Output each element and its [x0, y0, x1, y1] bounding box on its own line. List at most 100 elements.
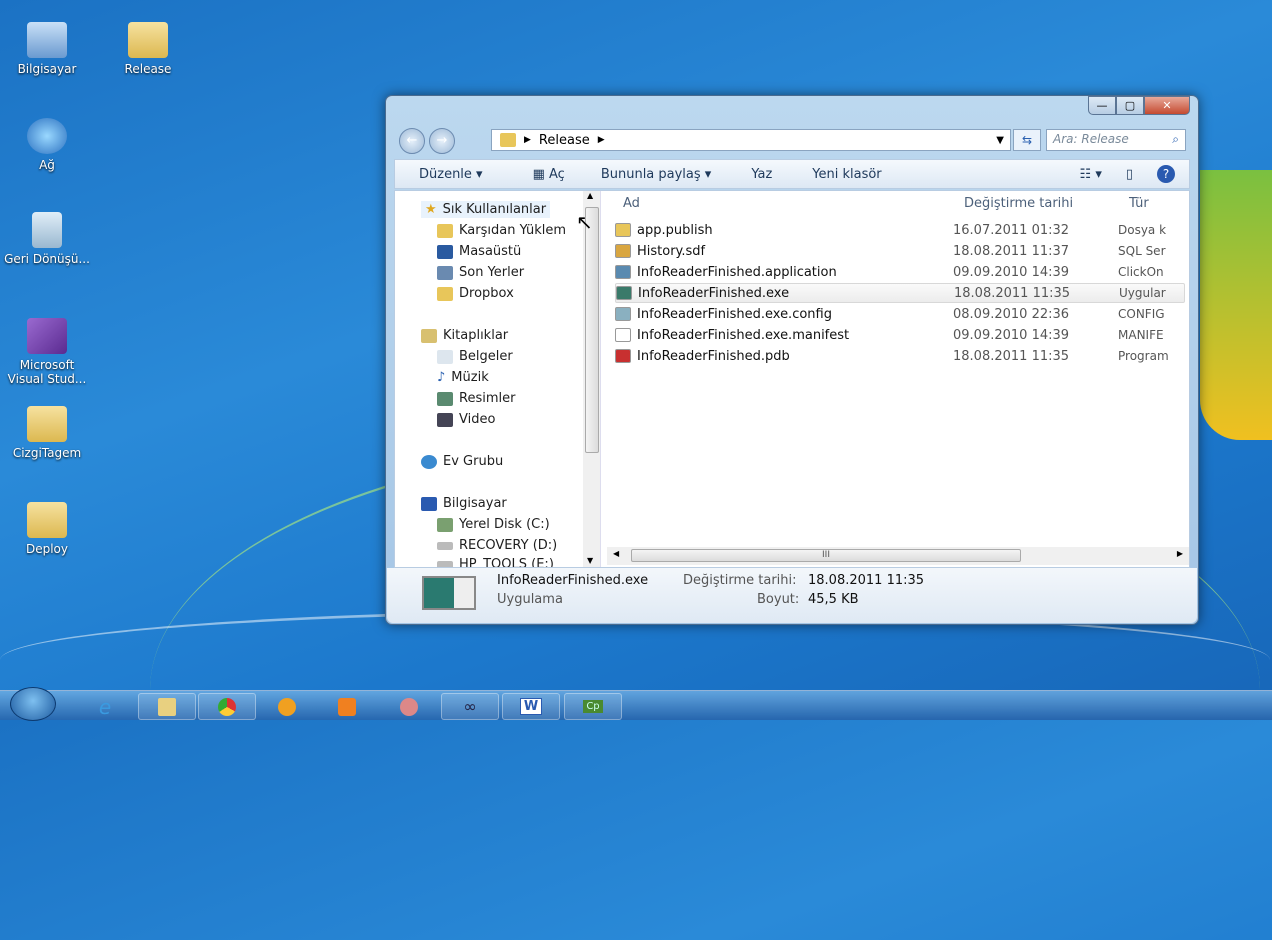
taskbar-chrome[interactable] — [198, 693, 256, 720]
computer-icon — [421, 496, 437, 511]
folder-icon — [500, 133, 516, 147]
label: Yerel Disk (C:) — [459, 517, 550, 532]
refresh-button[interactable]: ⇆ — [1013, 129, 1041, 151]
open-button[interactable]: ▦ Aç — [533, 167, 565, 182]
scroll-down-icon[interactable]: ▼ — [587, 556, 593, 565]
new-folder-button[interactable]: Yeni klasör — [812, 167, 881, 182]
label: Bilgisayar — [443, 496, 507, 511]
taskbar-internet-explorer[interactable]: e — [76, 693, 134, 720]
config-file-icon — [615, 307, 631, 321]
open-label: Aç — [549, 166, 565, 182]
nav-disk-e[interactable]: HP_TOOLS (E:) — [437, 557, 554, 567]
scroll-up-icon[interactable]: ▲ — [587, 191, 593, 200]
search-input[interactable]: Ara: Release ⌕ — [1046, 129, 1186, 151]
exe-icon — [616, 286, 632, 300]
file-row[interactable]: InfoReaderFinished.pdb 18.08.2011 11:35 Pr… — [615, 346, 1185, 366]
file-name-cell: History.sdf — [615, 244, 953, 259]
share-button[interactable]: Bununla paylaş ▾ — [601, 167, 712, 182]
nav-music[interactable]: ♪ Müzik — [437, 370, 489, 385]
column-header-type[interactable]: Tür — [1129, 196, 1149, 211]
address-dropdown-icon[interactable]: ▼ — [996, 135, 1004, 146]
nav-computer[interactable]: Bilgisayar — [421, 496, 507, 511]
taskbar-media-player[interactable] — [318, 693, 376, 720]
taskbar-captivate[interactable]: Cp — [564, 693, 622, 720]
help-icon[interactable]: ? — [1157, 165, 1175, 183]
minimize-button[interactable]: — — [1088, 96, 1116, 115]
taskbar-paint-app[interactable] — [380, 693, 438, 720]
start-button[interactable] — [10, 687, 56, 721]
file-name: InfoReaderFinished.exe.config — [637, 306, 832, 322]
desktop-icon-visual-studio[interactable]: Microsoft Visual Stud... — [2, 318, 92, 386]
file-type: Program — [1118, 349, 1169, 363]
scroll-thumb[interactable]: III — [631, 549, 1021, 562]
address-bar[interactable]: ▶ Release ▶ ▼ — [491, 129, 1011, 151]
forward-button[interactable]: → — [429, 128, 455, 154]
label: Kitaplıklar — [443, 328, 509, 343]
file-name-cell: InfoReaderFinished.exe.config — [615, 307, 953, 322]
captivate-icon: Cp — [583, 700, 603, 713]
nav-recent[interactable]: Son Yerler — [437, 265, 524, 280]
scroll-left-icon[interactable]: ◀ — [613, 549, 619, 558]
file-name-cell: app.publish — [615, 223, 953, 238]
scroll-right-icon[interactable]: ▶ — [1177, 549, 1183, 558]
nav-homegroup[interactable]: Ev Grubu — [421, 454, 503, 469]
desktop-icon-network[interactable]: Ağ — [2, 118, 92, 172]
folder-icon — [158, 697, 176, 716]
view-options-icon[interactable]: ☷ ▾ — [1080, 167, 1102, 182]
column-header-name[interactable]: Ad — [623, 196, 640, 211]
network-icon — [27, 118, 67, 154]
file-type: SQL Ser — [1118, 244, 1166, 258]
nav-dropbox[interactable]: Dropbox — [437, 286, 514, 301]
file-row[interactable]: InfoReaderFinished.exe.config 08.09.2010 … — [615, 304, 1185, 324]
preview-pane-icon[interactable]: ▯ — [1126, 167, 1133, 182]
file-row[interactable]: InfoReaderFinished.exe 18.08.2011 11:35 Uy… — [615, 283, 1185, 303]
database-file-icon — [615, 244, 631, 258]
label: Belgeler — [459, 349, 513, 364]
scroll-thumb[interactable] — [585, 207, 599, 453]
nav-desktop[interactable]: Masaüstü — [437, 244, 521, 259]
desktop-icon-cizgitagem[interactable]: CizgiTagem — [2, 406, 92, 460]
file-type: Dosya k — [1118, 223, 1167, 237]
nav-disk-d[interactable]: RECOVERY (D:) — [437, 538, 557, 553]
taskbar-orange-app[interactable] — [258, 693, 316, 720]
taskbar-word[interactable]: W — [502, 693, 560, 720]
pdb-file-icon — [615, 349, 631, 363]
desktop-icon-recycle-bin[interactable]: Geri Dönüşü... — [2, 212, 92, 266]
file-row[interactable]: app.publish 16.07.2011 01:32 Dosya k — [615, 220, 1185, 240]
label: CizgiTagem — [12, 446, 82, 460]
details-pane: InfoReaderFinished.exe Uygulama Değiştir… — [387, 568, 1197, 623]
taskbar-link-app[interactable]: ∞ — [441, 693, 499, 720]
explorer-window: — ▢ ✕ ← → ▶ Release ▶ ▼ ⇆ Ara: Release ⌕ … — [385, 95, 1199, 625]
nav-downloads[interactable]: Karşıdan Yüklem — [437, 223, 566, 238]
search-icon: ⌕ — [1172, 132, 1179, 146]
command-bar: Düzenle ▾ ▦ Aç Bununla paylaş ▾ Yaz Yeni… — [394, 159, 1190, 189]
close-button[interactable]: ✕ — [1144, 96, 1190, 115]
maximize-button[interactable]: ▢ — [1116, 96, 1144, 115]
nav-video[interactable]: Video — [437, 412, 495, 427]
nav-libraries[interactable]: Kitaplıklar — [421, 328, 508, 343]
chrome-icon — [218, 697, 236, 716]
organize-button[interactable]: Düzenle ▾ — [419, 167, 483, 182]
desktop-icon-computer[interactable]: Bilgisayar — [2, 22, 92, 76]
taskbar: e ∞ W Cp — [0, 687, 1272, 721]
label: Bilgisayar — [17, 62, 77, 76]
taskbar-explorer[interactable] — [138, 693, 196, 720]
file-row[interactable]: InfoReaderFinished.application 09.09.2010… — [615, 262, 1185, 282]
desktop-icon-deploy[interactable]: Deploy — [2, 502, 92, 556]
column-header-date[interactable]: Değiştirme tarihi — [964, 196, 1073, 211]
nav-documents[interactable]: Belgeler — [437, 349, 513, 364]
file-type: ClickOn — [1118, 265, 1164, 279]
nav-disk-c[interactable]: Yerel Disk (C:) — [437, 517, 550, 532]
burn-button[interactable]: Yaz — [751, 167, 772, 182]
nav-pictures[interactable]: Resimler — [437, 391, 515, 406]
breadcrumb-release[interactable]: Release — [539, 133, 590, 148]
desktop-icon-release[interactable]: Release — [103, 22, 193, 76]
horizontal-scrollbar[interactable]: ◀ III ▶ — [607, 547, 1189, 565]
nav-scrollbar[interactable]: ▲ ▼ — [583, 191, 600, 567]
file-row[interactable]: History.sdf 18.08.2011 11:37 SQL Ser — [615, 241, 1185, 261]
label: Release — [124, 62, 172, 76]
back-button[interactable]: ← — [399, 128, 425, 154]
label: RECOVERY (D:) — [459, 538, 558, 553]
file-row[interactable]: InfoReaderFinished.exe.manifest 09.09.201… — [615, 325, 1185, 345]
nav-favorites[interactable]: ★ Sık Kullanılanlar — [421, 201, 551, 218]
